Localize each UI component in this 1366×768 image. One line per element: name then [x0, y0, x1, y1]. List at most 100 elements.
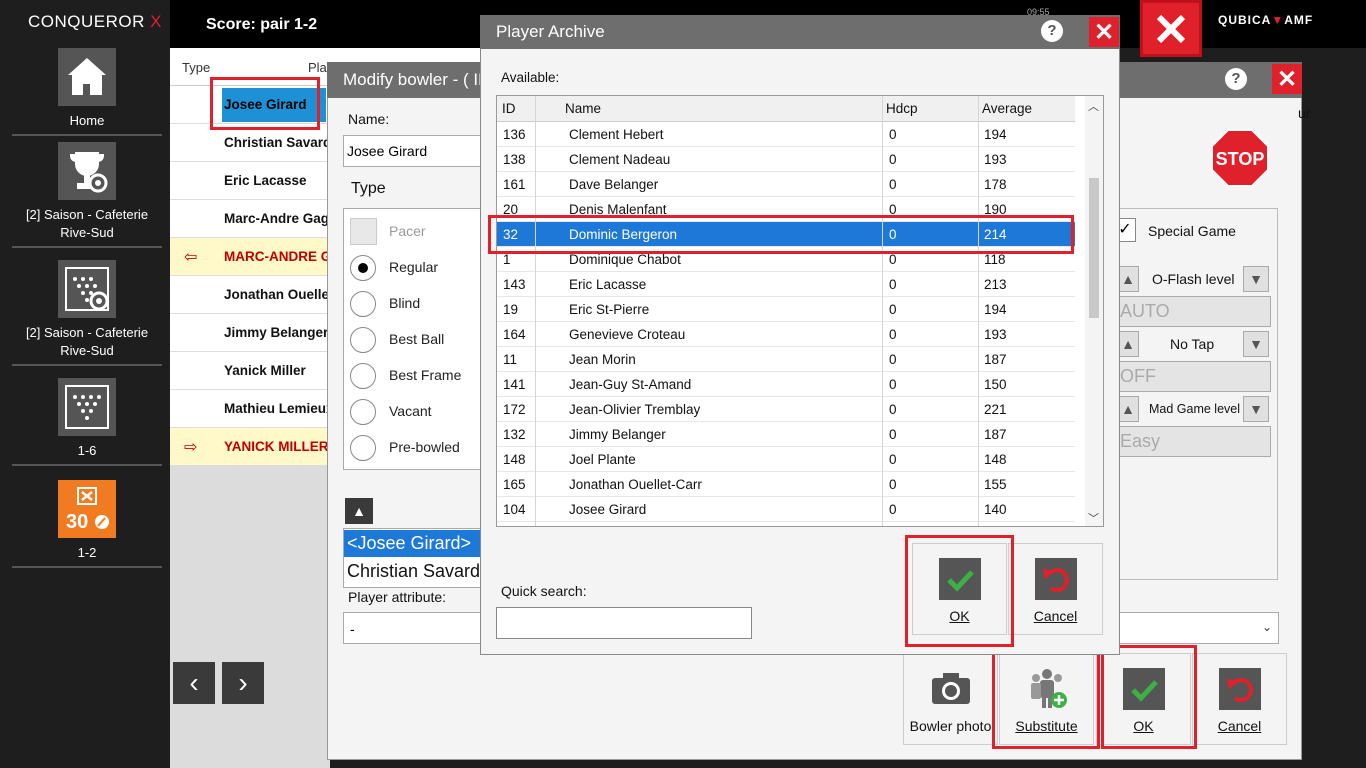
bowler-photo-button[interactable]: Bowler photo [903, 653, 998, 745]
modify-close-button[interactable]: ✕ [1272, 64, 1302, 94]
cell-hdcp: 0 [889, 352, 897, 367]
modify-dialog-title: Modify bowler - ( ID [343, 70, 491, 89]
cell-hdcp: 0 [889, 377, 897, 392]
archive-row[interactable]: 132 Jimmy Belanger 0 187 [497, 422, 1075, 447]
top-close-button[interactable] [1140, 0, 1202, 57]
cell-id: 165 [503, 477, 526, 492]
archive-help-icon[interactable]: ? [1041, 20, 1063, 42]
cell-name: Dominique Chabot [569, 252, 681, 267]
notap-up-button[interactable]: ▲ [1117, 331, 1139, 357]
cell-name: Jimmy Belanger [569, 427, 666, 442]
partial-label: ur [1298, 105, 1311, 121]
grid-divider [978, 96, 979, 526]
close-icon [1156, 14, 1186, 43]
sidebar-item-lanes-1-2[interactable]: 30 1-2 [12, 480, 162, 568]
archive-row[interactable]: 11 Jean Morin 0 187 [497, 347, 1075, 372]
archive-row[interactable]: 148 Joel Plante 0 148 [497, 447, 1075, 472]
cell-average: 155 [984, 477, 1007, 492]
archive-row[interactable]: 143 Eric Lacasse 0 213 [497, 272, 1075, 297]
cell-name: Genevieve Croteau [569, 327, 686, 342]
oflash-down-button[interactable]: ▼ [1243, 266, 1269, 292]
archive-row[interactable]: 19 Eric St-Pierre 0 194 [497, 297, 1075, 322]
cell-id: 11 [503, 352, 518, 367]
col-average-header[interactable]: Average [982, 101, 1032, 116]
highlight-outline [905, 535, 1014, 647]
cell-hdcp: 0 [889, 152, 897, 167]
cell-average: 194 [984, 127, 1007, 142]
col-hdcp-header[interactable]: Hdcp [886, 101, 918, 116]
quick-search-input[interactable] [496, 607, 752, 639]
bg-row-3[interactable]: Marc-Andre Gagne [170, 200, 330, 238]
pacer-label: Pacer [389, 223, 426, 239]
home-icon [58, 48, 116, 106]
bowler-list-item-selected[interactable]: <Josee Girard> [344, 530, 482, 557]
archive-row[interactable]: 172 Jean-Olivier Tremblay 0 221 [497, 397, 1075, 422]
archive-row[interactable]: 161 Dave Belanger 0 178 [497, 172, 1075, 197]
archive-row[interactable]: 136 Clement Hebert 0 194 [497, 122, 1075, 147]
oflash-up-button[interactable]: ▲ [1117, 266, 1139, 292]
svg-text:30: 30 [66, 511, 88, 533]
grid-header: ID Name Hdcp Average [497, 96, 1075, 122]
cell-average: 118 [984, 252, 1006, 267]
name-field[interactable]: Josee Girard [343, 135, 483, 167]
archive-close-button[interactable]: ✕ [1089, 17, 1119, 47]
sidebar-item-league-pins[interactable]: [2] Saison - Cafeterie Rive-Sud [12, 260, 162, 366]
available-label: Available: [501, 70, 560, 85]
options-panel [1117, 208, 1278, 580]
archive-row[interactable]: 141 Jean-Guy St-Amand 0 150 [497, 372, 1075, 397]
bg-row-2[interactable]: Eric Lacasse [170, 162, 330, 200]
chevron-down-icon: ▼ [1249, 401, 1263, 417]
pacer-checkbox [350, 218, 377, 245]
notap-value: OFF [1117, 361, 1271, 392]
archive-cancel-button[interactable]: Cancel [1008, 543, 1103, 635]
undo-icon [1218, 668, 1261, 710]
mad-up-button[interactable]: ▲ [1117, 396, 1139, 422]
archive-row[interactable]: 138 Clement Nadeau 0 193 [497, 147, 1075, 172]
cell-name: Jean-Olivier Tremblay [569, 402, 701, 417]
cell-average: 178 [984, 177, 1007, 192]
sidebar-item-lanes-1-6[interactable]: 1-6 [12, 378, 162, 466]
bg-row-6[interactable]: Jimmy Belanger [170, 314, 330, 352]
col-name-header[interactable]: Name [565, 101, 601, 116]
scroll-up-icon[interactable]: ︿ [1088, 98, 1099, 114]
bg-row-7[interactable]: Yanick Miller [170, 352, 330, 390]
attribute-field[interactable]: - [343, 612, 483, 644]
type-label: Type [351, 180, 386, 197]
bg-row-9[interactable]: ⇨ YANICK MILLER [170, 428, 330, 466]
scroll-down-icon[interactable]: ﹀ [1088, 510, 1099, 526]
cell-id: 19 [503, 302, 519, 317]
next-button[interactable]: › [222, 662, 264, 704]
notap-down-button[interactable]: ▼ [1243, 331, 1269, 357]
archive-row[interactable]: 165 Jonathan Ouellet-Carr 0 155 [497, 472, 1075, 497]
mad-down-button[interactable]: ▼ [1243, 396, 1269, 422]
prev-button[interactable]: ‹ [173, 662, 215, 704]
cell-hdcp: 0 [889, 502, 897, 517]
col-id-header[interactable]: ID [502, 101, 516, 116]
bg-row-8[interactable]: Mathieu Lemieux [170, 390, 330, 428]
list-up-button[interactable]: ▲ [345, 498, 373, 524]
cancel-button[interactable]: Cancel [1192, 653, 1287, 745]
cell-average: 148 [984, 452, 1007, 467]
grid-scroll-thumb[interactable] [1089, 178, 1099, 318]
bg-row-5[interactable]: Jonathan Ouellet-Carr [170, 276, 330, 314]
dropdown-select[interactable] [1117, 612, 1279, 644]
chevron-down-icon: ⌄ [1262, 620, 1273, 634]
cell-name: Dave Belanger [569, 177, 659, 192]
cell-name: Joel Plante [569, 452, 636, 467]
cell-id: 138 [503, 152, 526, 167]
stop-button[interactable]: STOP [1210, 128, 1270, 193]
bg-row-4[interactable]: ⇦MARC-ANDRE GAGNE [170, 238, 330, 276]
bowler-list-item[interactable]: Christian Savard [347, 561, 480, 582]
cell-name: Jean-Guy St-Amand [569, 377, 692, 392]
chevron-down-icon: ▼ [1249, 336, 1263, 352]
archive-row[interactable]: 164 Genevieve Croteau 0 193 [497, 322, 1075, 347]
archive-row[interactable]: 104 Josee Girard 0 140 [497, 497, 1075, 522]
sidebar-item-league[interactable]: [2] Saison - Cafeterie Rive-Sud [12, 142, 162, 248]
modify-help-icon[interactable]: ? [1225, 68, 1247, 90]
highlight-outline [1101, 645, 1197, 749]
chevron-right-icon: › [238, 667, 248, 698]
cell-hdcp: 0 [889, 277, 897, 292]
cell-id: 164 [503, 327, 526, 342]
trophy-settings-icon [58, 142, 116, 200]
sidebar-item-home[interactable]: Home [12, 48, 162, 136]
